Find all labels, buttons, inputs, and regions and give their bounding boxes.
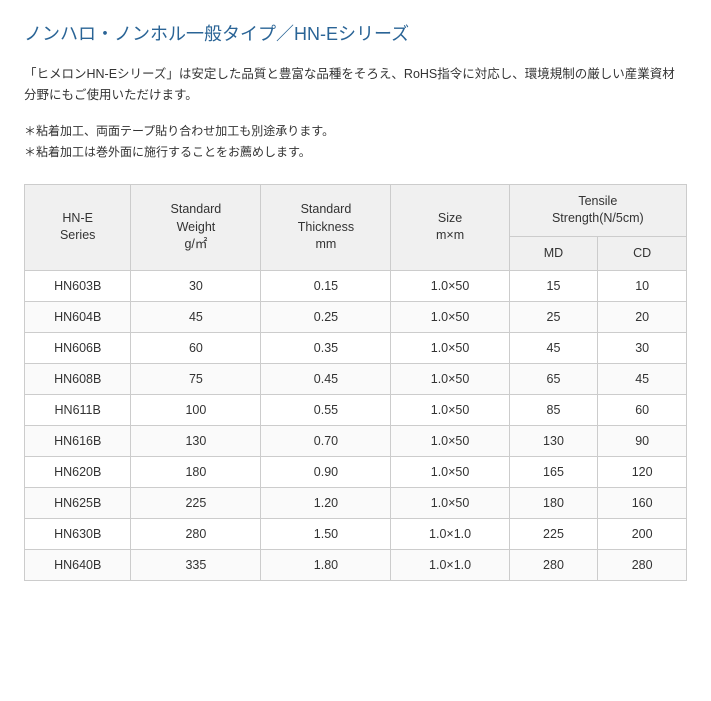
table-row: HN616B1300.701.0×5013090 [25, 426, 687, 457]
cell-md: 65 [509, 364, 598, 395]
cell-series: HN603B [25, 271, 131, 302]
cell-cd: 200 [598, 519, 687, 550]
table-row: HN630B2801.501.0×1.0225200 [25, 519, 687, 550]
cell-size: 1.0×50 [391, 395, 509, 426]
header-cd: CD [598, 236, 687, 271]
cell-md: 15 [509, 271, 598, 302]
cell-series: HN640B [25, 550, 131, 581]
header-series: HN-E Series [25, 184, 131, 271]
cell-md: 45 [509, 333, 598, 364]
cell-cd: 60 [598, 395, 687, 426]
cell-size: 1.0×50 [391, 364, 509, 395]
header-thickness: Standard Thickness mm [261, 184, 391, 271]
cell-series: HN625B [25, 488, 131, 519]
notes: ＊粘着加工、両面テープ貼り合わせ加工も別途承ります。 ＊粘着加工は巻外面に施行す… [24, 121, 687, 164]
cell-size: 1.0×50 [391, 457, 509, 488]
cell-weight: 180 [131, 457, 261, 488]
cell-series: HN616B [25, 426, 131, 457]
cell-thickness: 1.20 [261, 488, 391, 519]
cell-cd: 30 [598, 333, 687, 364]
cell-series: HN604B [25, 302, 131, 333]
cell-weight: 335 [131, 550, 261, 581]
header-tensile: Tensile Strength(N/5cm) [509, 184, 686, 236]
cell-cd: 120 [598, 457, 687, 488]
table-row: HN603B300.151.0×501510 [25, 271, 687, 302]
header-md: MD [509, 236, 598, 271]
note-1: ＊粘着加工、両面テープ貼り合わせ加工も別途承ります。 [24, 121, 687, 143]
cell-md: 130 [509, 426, 598, 457]
cell-thickness: 0.55 [261, 395, 391, 426]
product-table: HN-E Series Standard Weight g/㎡ Standard… [24, 184, 687, 582]
cell-md: 280 [509, 550, 598, 581]
table-row: HN625B2251.201.0×50180160 [25, 488, 687, 519]
cell-size: 1.0×50 [391, 426, 509, 457]
cell-size: 1.0×50 [391, 271, 509, 302]
cell-cd: 160 [598, 488, 687, 519]
cell-thickness: 0.90 [261, 457, 391, 488]
cell-md: 25 [509, 302, 598, 333]
cell-cd: 280 [598, 550, 687, 581]
cell-size: 1.0×50 [391, 488, 509, 519]
cell-series: HN611B [25, 395, 131, 426]
cell-size: 1.0×50 [391, 302, 509, 333]
cell-md: 85 [509, 395, 598, 426]
cell-series: HN630B [25, 519, 131, 550]
cell-cd: 45 [598, 364, 687, 395]
cell-cd: 90 [598, 426, 687, 457]
table-row: HN608B750.451.0×506545 [25, 364, 687, 395]
table-row: HN611B1000.551.0×508560 [25, 395, 687, 426]
cell-thickness: 0.35 [261, 333, 391, 364]
cell-weight: 75 [131, 364, 261, 395]
cell-thickness: 0.45 [261, 364, 391, 395]
cell-weight: 60 [131, 333, 261, 364]
cell-md: 180 [509, 488, 598, 519]
cell-size: 1.0×50 [391, 333, 509, 364]
cell-md: 165 [509, 457, 598, 488]
cell-size: 1.0×1.0 [391, 519, 509, 550]
description: 「ヒメロンHN-Eシリーズ」は安定した品質と豊富な品種をそろえ、RoHS指令に対… [24, 64, 687, 107]
cell-weight: 45 [131, 302, 261, 333]
header-size: Size m×m [391, 184, 509, 271]
table-row: HN606B600.351.0×504530 [25, 333, 687, 364]
cell-weight: 30 [131, 271, 261, 302]
cell-cd: 20 [598, 302, 687, 333]
cell-md: 225 [509, 519, 598, 550]
page-title: ノンハロ・ノンホル一般タイプ／HN-Eシリーズ [24, 20, 687, 46]
cell-weight: 100 [131, 395, 261, 426]
cell-thickness: 0.70 [261, 426, 391, 457]
table-row: HN620B1800.901.0×50165120 [25, 457, 687, 488]
cell-weight: 130 [131, 426, 261, 457]
header-weight: Standard Weight g/㎡ [131, 184, 261, 271]
cell-size: 1.0×1.0 [391, 550, 509, 581]
cell-weight: 280 [131, 519, 261, 550]
table-row: HN640B3351.801.0×1.0280280 [25, 550, 687, 581]
cell-cd: 10 [598, 271, 687, 302]
cell-thickness: 1.80 [261, 550, 391, 581]
note-2: ＊粘着加工は巻外面に施行することをお薦めします。 [24, 142, 687, 164]
cell-thickness: 1.50 [261, 519, 391, 550]
table-row: HN604B450.251.0×502520 [25, 302, 687, 333]
cell-weight: 225 [131, 488, 261, 519]
cell-series: HN606B [25, 333, 131, 364]
cell-series: HN608B [25, 364, 131, 395]
cell-thickness: 0.25 [261, 302, 391, 333]
cell-series: HN620B [25, 457, 131, 488]
cell-thickness: 0.15 [261, 271, 391, 302]
